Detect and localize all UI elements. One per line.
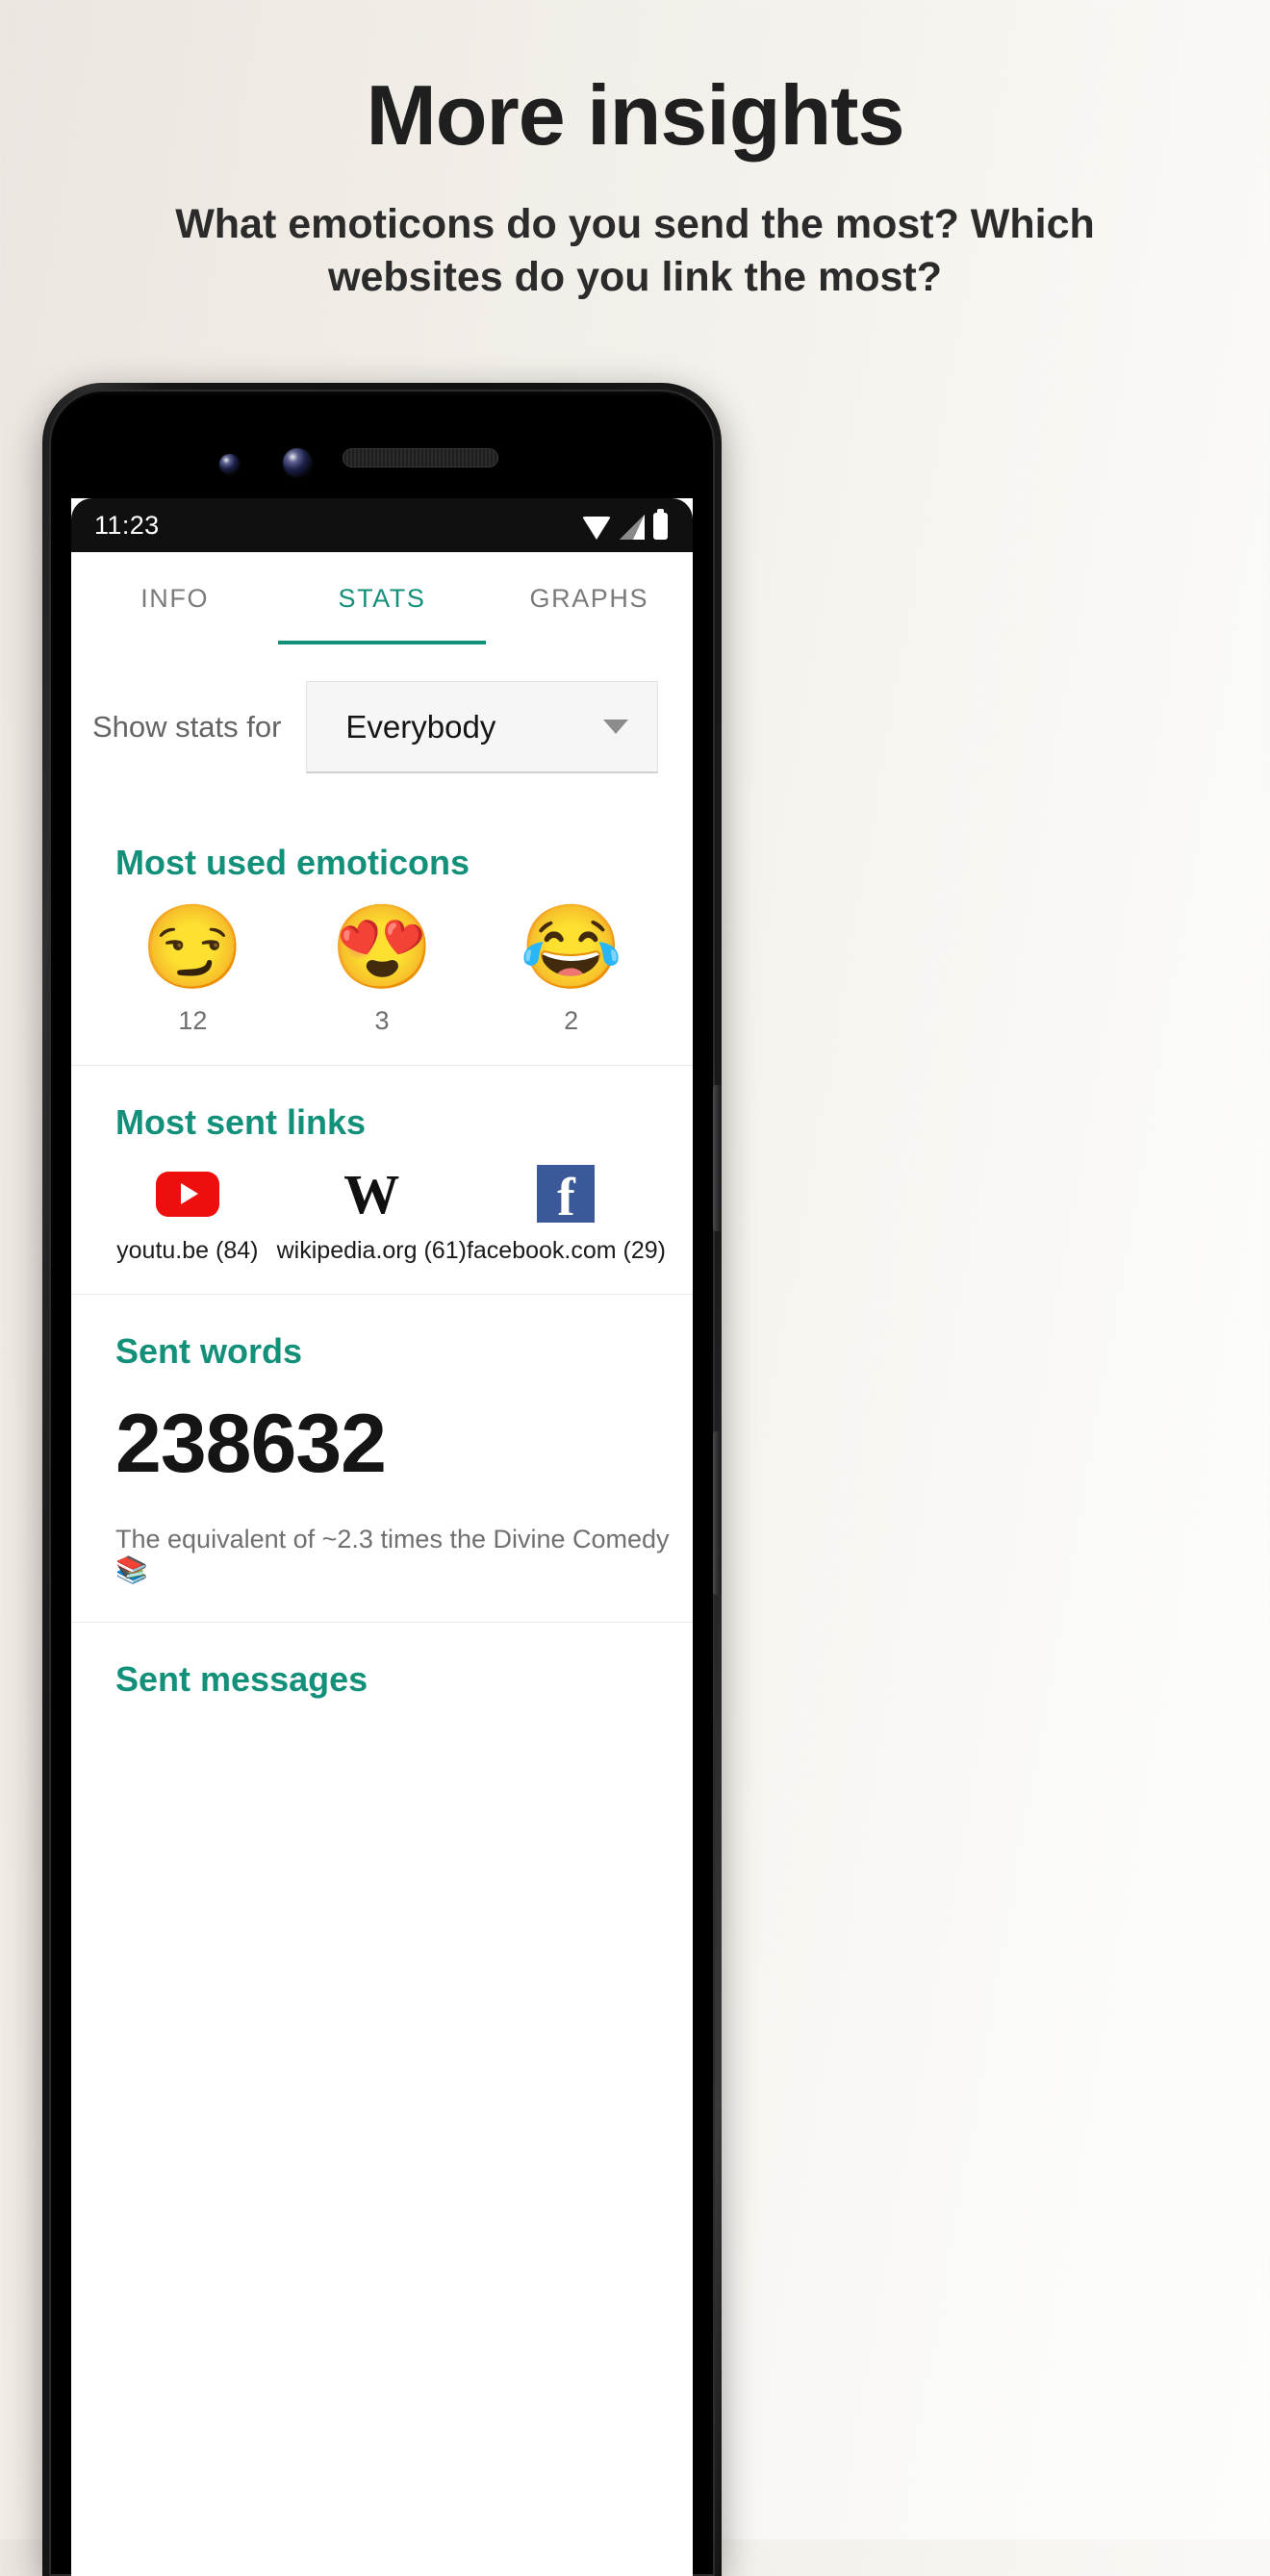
promo-header: More insights What emoticons do you send… — [0, 0, 1270, 304]
tab-graphs[interactable]: GRAPHS — [486, 552, 693, 644]
status-icon-group — [582, 509, 668, 540]
dropdown-selected-value: Everybody — [345, 708, 496, 745]
signal-icon — [620, 515, 645, 540]
status-bar: 11:23 — [71, 498, 693, 552]
smirking-face-icon: 😏 — [140, 901, 244, 994]
emoticon-list: 😏 12 😍 3 😂 2 — [71, 883, 693, 1036]
phone-mockup: 11:23 INFO STATS GRAPHS Show stats for E… — [42, 383, 725, 2576]
tab-bar: INFO STATS GRAPHS — [71, 552, 693, 644]
show-stats-for-dropdown[interactable]: Everybody — [306, 681, 658, 773]
emoticon-item: 😍 3 — [288, 904, 477, 1036]
link-label: facebook.com (29) — [466, 1237, 666, 1265]
filter-row: Show stats for Everybody — [71, 644, 693, 806]
emoticon-count: 12 — [178, 1006, 208, 1036]
earpiece-speaker — [343, 448, 498, 467]
section-most-sent-links: Most sent links youtu.be (84) W wikipedi… — [71, 1066, 693, 1296]
chevron-down-icon — [603, 720, 628, 734]
front-camera-icon — [283, 448, 312, 477]
battery-icon — [653, 509, 668, 540]
section-title-emoticons: Most used emoticons — [115, 843, 470, 882]
volume-button[interactable] — [713, 1431, 722, 1595]
link-list: youtu.be (84) W wikipedia.org (61) f fac… — [71, 1143, 693, 1265]
wifi-icon — [582, 517, 611, 540]
emoticon-count: 2 — [564, 1006, 579, 1036]
section-title-sent-messages: Sent messages — [115, 1659, 368, 1700]
sensor-icon — [219, 454, 240, 474]
youtube-logo-icon — [98, 1164, 277, 1224]
filter-label: Show stats for — [92, 710, 282, 744]
link-label: wikipedia.org (61) — [276, 1237, 467, 1265]
section-title-sent-words: Sent words — [115, 1331, 303, 1372]
heart-eyes-face-icon: 😍 — [330, 901, 434, 994]
emoticon-item: 😏 12 — [98, 904, 288, 1036]
tab-stats[interactable]: STATS — [278, 552, 486, 644]
phone-frame: 11:23 INFO STATS GRAPHS Show stats for E… — [42, 383, 722, 2576]
page-title: More insights — [366, 67, 904, 163]
emoticon-count: 3 — [374, 1006, 390, 1036]
power-button[interactable] — [713, 1085, 722, 1231]
link-item[interactable]: f facebook.com (29) — [467, 1164, 666, 1265]
sent-words-value: 238632 — [115, 1398, 387, 1491]
section-sent-words: Sent words 238632 The equivalent of ~2.3… — [71, 1295, 693, 1624]
link-label: youtu.be (84) — [116, 1237, 259, 1265]
section-title-links: Most sent links — [115, 1102, 367, 1143]
emoticon-item: 😂 2 — [476, 904, 666, 1036]
sent-words-note: The equivalent of ~2.3 times the Divine … — [115, 1525, 670, 1585]
page-subtitle: What emoticons do you send the most? Whi… — [175, 201, 1095, 301]
phone-screen: 11:23 INFO STATS GRAPHS Show stats for E… — [71, 498, 693, 2576]
phone-top-bezel — [42, 383, 722, 503]
facebook-logo-icon: f — [467, 1164, 666, 1225]
section-most-used-emoticons: Most used emoticons 😏 12 😍 3 😂 2 — [71, 806, 693, 1067]
link-item[interactable]: W wikipedia.org (61) — [277, 1164, 467, 1265]
tears-of-joy-face-icon: 😂 — [520, 901, 623, 994]
status-clock: 11:23 — [94, 510, 160, 540]
tab-info[interactable]: INFO — [71, 552, 278, 644]
link-item[interactable]: youtu.be (84) — [98, 1164, 277, 1265]
wikipedia-logo-icon: W — [343, 1162, 400, 1225]
section-sent-messages: Sent messages — [71, 1623, 693, 1729]
